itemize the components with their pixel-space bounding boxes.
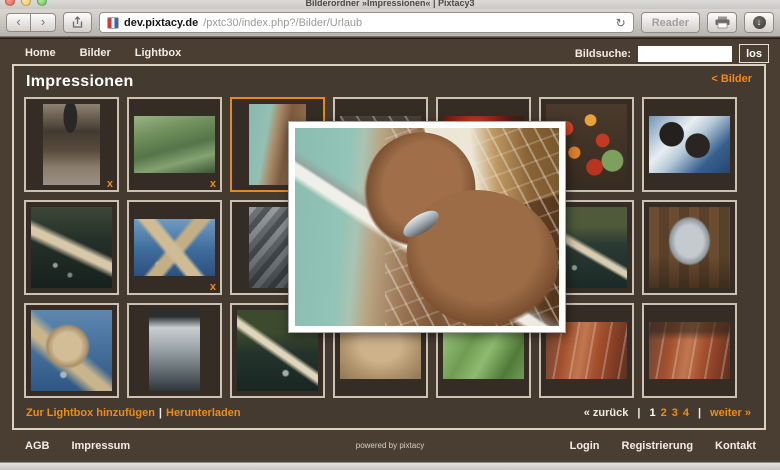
add-to-lightbox-link[interactable]: Zur Lightbox hinzufügen — [26, 407, 155, 419]
thumbnail-red-deck-2[interactable] — [642, 303, 737, 398]
download-link[interactable]: Herunterladen — [166, 407, 241, 419]
gallery-actions-row: Zur Lightbox hinzufügen | Herunterladen « … — [26, 407, 751, 419]
pagination-page-2[interactable]: 2 — [661, 407, 667, 419]
thumbnail-image-fisherman-with-catch — [43, 103, 100, 186]
site-nav: Home Bilder Lightbox — [25, 47, 181, 59]
pagination-page-1[interactable]: 1 — [649, 407, 655, 419]
window-title: Bilderordner »Impressionen« | Pixtacy3 — [305, 0, 475, 8]
thumbnail-image-sunglasses-sea — [648, 116, 731, 173]
browser-toolbar: ‹ › dev.pixtacy.de /pxtc30/index.php?/Bi… — [0, 9, 780, 37]
pagination-prev-link[interactable]: « zurück — [584, 407, 629, 419]
gallery-header: Impressionen < Bilder — [14, 66, 764, 91]
pagination-next-link[interactable]: weiter » — [710, 407, 751, 419]
site-footer: AGB Impressum powered by pixtacy Login Reg… — [0, 440, 780, 460]
thumbnail-rope-over-water[interactable] — [24, 200, 119, 295]
titlebar: Bilderordner »Impressionen« | Pixtacy3 — [0, 0, 780, 9]
thumbnail-image-green-net — [133, 116, 216, 173]
printer-icon — [715, 16, 729, 29]
url-domain: dev.pixtacy.de — [124, 16, 199, 29]
pagination-page-3[interactable]: 3 — [672, 407, 678, 419]
nav-item-bilder[interactable]: Bilder — [80, 47, 111, 59]
thumbnail-rope-knot-closeup[interactable] — [24, 303, 119, 398]
footer-right-links: Login Registrierung Kontakt — [570, 440, 756, 452]
back-to-bilder-link[interactable]: < Bilder — [711, 73, 752, 85]
url-path: /pxtc30/index.php?/Bilder/Urlaub — [203, 16, 363, 29]
window-bottom-edge — [0, 462, 780, 470]
address-bar[interactable]: dev.pixtacy.de /pxtc30/index.php?/Bilder… — [99, 12, 634, 33]
nav-item-lightbox[interactable]: Lightbox — [135, 47, 181, 59]
browser-window: Bilderordner »Impressionen« | Pixtacy3 ‹… — [0, 0, 780, 470]
nav-item-home[interactable]: Home — [25, 47, 56, 59]
footer-link-kontakt[interactable]: Kontakt — [715, 440, 756, 452]
thumbnail-image-rope-over-water — [30, 206, 113, 289]
pagination-separator: | — [697, 407, 702, 419]
thumbnail-rope-knot-sea[interactable]: x — [127, 200, 222, 295]
thumbnail-fish-heads[interactable] — [127, 303, 222, 398]
gallery-title: Impressionen — [26, 73, 134, 90]
share-icon — [72, 16, 83, 28]
reload-icon[interactable]: ↻ — [616, 17, 626, 29]
pagination-separator: | — [637, 407, 641, 419]
footer-link-login[interactable]: Login — [570, 440, 600, 452]
pagination: « zurück | 1 2 3 4 | weiter » — [584, 407, 751, 419]
image-search: Bildsuche: los — [575, 44, 769, 63]
thumbnail-green-net[interactable]: x — [127, 97, 222, 192]
footer-link-registrierung[interactable]: Registrierung — [622, 440, 694, 452]
share-button[interactable] — [63, 12, 92, 33]
image-search-input[interactable] — [638, 45, 733, 62]
preview-overlay[interactable] — [288, 121, 566, 333]
thumbnail-sunglasses-sea[interactable] — [642, 97, 737, 192]
preview-photo-hands-holding-fish — [295, 128, 559, 326]
downloads-button[interactable]: ↓ — [744, 12, 774, 33]
print-button[interactable] — [707, 12, 737, 33]
reader-button[interactable]: Reader — [640, 12, 700, 33]
remove-marker-fisherman-with-catch[interactable]: x — [107, 178, 113, 190]
gallery-action-links: Zur Lightbox hinzufügen | Herunterladen — [26, 407, 241, 419]
thumbnail-fisherman-with-catch[interactable]: x — [24, 97, 119, 192]
pagination-page-4[interactable]: 4 — [683, 407, 689, 419]
search-label: Bildsuche: — [574, 47, 632, 60]
site-favicon-icon — [107, 16, 119, 29]
search-go-button[interactable]: los — [739, 44, 769, 63]
forward-button[interactable]: › — [31, 13, 56, 32]
thumbnail-image-fish-bowl-deck — [648, 206, 731, 289]
history-buttons: ‹ › — [6, 13, 56, 32]
thumbnail-image-rope-knot-closeup — [30, 309, 113, 392]
remove-marker-green-net[interactable]: x — [210, 178, 216, 190]
thumbnail-image-fish-heads — [149, 309, 200, 392]
remove-marker-rope-knot-sea[interactable]: x — [210, 281, 216, 293]
action-separator: | — [158, 407, 162, 419]
download-icon: ↓ — [752, 16, 766, 29]
back-button[interactable]: ‹ — [6, 13, 31, 32]
thumbnail-image-rope-knot-sea — [133, 219, 216, 276]
thumbnail-image-red-deck-2 — [648, 322, 731, 379]
thumbnail-fish-bowl-deck[interactable] — [642, 200, 737, 295]
